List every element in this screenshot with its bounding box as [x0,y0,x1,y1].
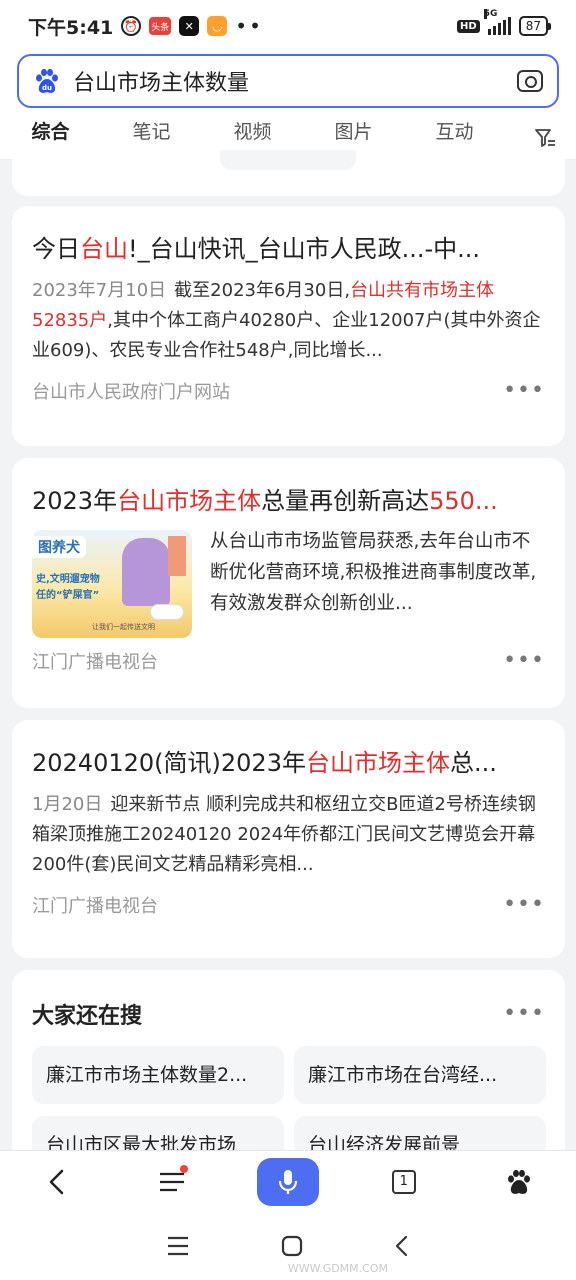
result-snippet: 2023年7月10日 截至2023年6月30日,台山共有市场主体52835户,其中… [32,280,541,361]
result-title[interactable]: 今日台山!_台山快讯_台山市人民政...-中... [32,232,545,266]
more-options-icon[interactable]: ••• [503,650,545,672]
thumbnail-badge: 图养犬 [32,536,86,558]
search-query-text: 台山市场主体数量 [73,71,250,96]
thumbnail-text-2: 任的“铲屎官” [36,590,100,601]
more-options-icon[interactable]: ••• [503,380,545,402]
filter-icon[interactable] [534,127,556,149]
notification-dot [180,1164,189,1173]
result-source: 江门广播电视台 [32,896,158,917]
result-thumbnail[interactable]: 图养犬 史,文明遛宠物 任的“铲屎官” 让我们一起传送文明 [32,530,192,638]
related-search-item[interactable]: 廉江市市场主体数量2... [32,1046,284,1104]
back-button[interactable] [27,1157,87,1207]
result-date: 2023年7月10日 [32,280,167,301]
voice-search-button[interactable] [256,1157,319,1206]
hd-icon: HD [457,19,480,33]
result-snippet: 从台山市市场监管局获悉,去年台山市不断优化营商环境,积极推进商事制度改革,有效激… [210,531,537,614]
result-card-1[interactable]: 今日台山!_台山快讯_台山市人民政...-中... 2023年7月10日 截至20… [12,206,565,446]
thumbnail-figure [122,538,170,606]
microphone-icon [278,1169,298,1194]
baidu-home-button[interactable] [489,1157,549,1207]
recent-apps-icon[interactable] [166,1235,190,1257]
tabs-button[interactable]: 1 [374,1157,434,1207]
menu-button[interactable] [142,1157,202,1207]
related-search-item[interactable]: 廉江市市场在台湾经... [294,1046,546,1104]
status-bar: 下午5:41 ⏰ 头条 ✕ ◡ •• HD 5G 87 [0,0,576,52]
toutiao-app-icon: 头条 [149,17,172,35]
result-card-3[interactable]: 20240120(简讯)2023年台山市场主体总... 1月20日 迎来新节点 顺… [12,720,565,958]
watermark-text: WWW.GDMM.COM [287,1262,388,1275]
previous-result-pill [220,150,356,170]
thumbnail-text-1: 史,文明遛宠物 [36,574,100,585]
status-time: 下午5:41 [28,16,114,39]
result-source: 江门广播电视台 [32,652,158,673]
svg-text:du: du [42,84,52,92]
search-header: du 台山市场主体数量 [0,52,576,116]
camera-icon[interactable] [517,70,543,92]
more-options-icon[interactable]: ••• [503,1003,545,1025]
baidu-logo-icon: du [36,68,58,93]
battery-icon: 87 [518,16,552,36]
system-back-icon[interactable] [394,1234,410,1258]
bottom-toolbar: 1 [0,1150,576,1212]
result-title[interactable]: 2023年台山市场主体总量再创新高达550... [32,484,545,518]
more-options-icon[interactable]: ••• [503,894,545,916]
previous-result-card [12,150,565,196]
result-card-2[interactable]: 2023年台山市场主体总量再创新高达550... 图养犬 史,文明遛宠物 任的“… [12,458,565,708]
menu-icon [160,1172,185,1191]
related-searches-card: 大家还在搜 ••• 廉江市市场主体数量2... 廉江市市场在台湾经... 台山市… [12,970,565,1174]
result-title[interactable]: 20240120(简讯)2023年台山市场主体总... [32,746,545,780]
capcut-app-icon: ✕ [179,16,200,36]
result-snippet: 1月20日 迎来新节点 顺利完成共和枢纽立交B匝道2号桥连续钢箱梁顶推施工2024… [32,794,536,875]
orange-app-icon: ◡ [207,16,228,36]
signal-icon: 5G [483,9,511,35]
result-source: 台山市人民政府门户网站 [32,382,230,403]
result-date: 1月20日 [32,794,103,815]
thumbnail-building [168,536,186,576]
thumbnail-footer: 让我们一起传送文明 [92,623,155,631]
baidu-paw-icon [507,1169,530,1194]
related-searches-title: 大家还在搜 [32,1004,143,1029]
alarm-icon: ⏰ [121,16,142,36]
home-icon[interactable] [280,1234,304,1258]
thumbnail-dog [150,604,184,620]
back-arrow-icon [50,1169,64,1194]
tab-count-icon: 1 [391,1169,416,1194]
more-notifications-icon: •• [235,14,263,38]
search-input[interactable]: du 台山市场主体数量 [17,54,559,108]
